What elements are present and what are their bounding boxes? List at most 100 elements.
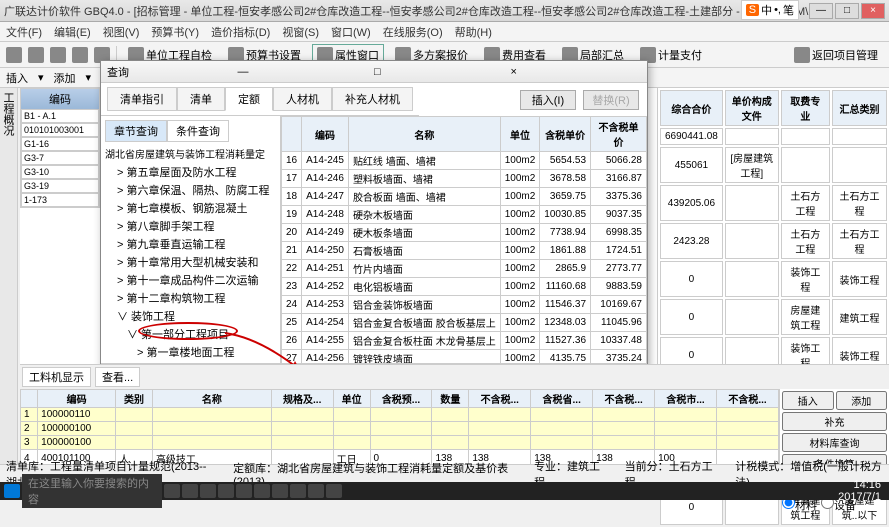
bottom-header-cell[interactable]: 不含税...: [469, 390, 531, 408]
tool-icon-2[interactable]: [28, 47, 44, 63]
task-view-icon[interactable]: [164, 484, 180, 498]
dialog-titlebar[interactable]: 查询 — □ ×: [101, 61, 647, 83]
menu-index[interactable]: 造价指标(D): [211, 24, 270, 40]
coding-row[interactable]: G3-19: [21, 179, 99, 193]
tree-root[interactable]: 湖北省房屋建筑与装饰工程消耗量定: [103, 144, 278, 163]
bottom-tab-material[interactable]: 工料机显示: [22, 367, 91, 387]
tree-item[interactable]: > 第十章常用大型机械安装和: [103, 253, 278, 271]
menu-budget[interactable]: 预算书(Y): [151, 24, 199, 40]
grid-row[interactable]: 22A14-251竹片内墙面100m22865.92773.77: [282, 260, 647, 278]
bottom-header-cell[interactable]: 不含税...: [593, 390, 655, 408]
right-row[interactable]: 6690441.08: [660, 128, 887, 145]
dialog-maximize-icon[interactable]: □: [368, 66, 505, 78]
btn-material-lib[interactable]: 材料库查询: [782, 433, 887, 452]
app-icon-2[interactable]: [200, 484, 216, 498]
bottom-header-cell[interactable]: 不含税...: [717, 390, 779, 408]
close-button[interactable]: ×: [861, 3, 885, 19]
bottom-header-cell[interactable]: 含税市...: [655, 390, 717, 408]
grid-row[interactable]: 21A14-250石膏板墙面100m21861.881724.51: [282, 242, 647, 260]
dialog-tab-2[interactable]: 定额: [225, 87, 273, 111]
bottom-header-cell[interactable]: 类别: [116, 390, 153, 408]
right-row[interactable]: 455061[房屋建筑工程]: [660, 147, 887, 183]
btn-insert[interactable]: 插入: [782, 391, 834, 410]
maximize-button[interactable]: □: [835, 3, 859, 19]
coding-code[interactable]: 010101003001: [21, 123, 99, 137]
grid-header-cell[interactable]: 不含税单价: [591, 117, 647, 152]
tab-insert[interactable]: 插入: [6, 70, 28, 86]
app-icon-5[interactable]: [254, 484, 270, 498]
bottom-header-cell[interactable]: 规格及...: [271, 390, 333, 408]
coding-row[interactable]: G3-7: [21, 151, 99, 165]
replace-button[interactable]: 替换(R): [583, 90, 639, 110]
grid-row[interactable]: 18A14-247胶合板面 墙面、墙裙100m23659.753375.36: [282, 188, 647, 206]
tree-tab-chapter[interactable]: 章节查询: [105, 120, 167, 142]
tree-item[interactable]: > 第十二章构筑物工程: [103, 289, 278, 307]
btn-supplement[interactable]: 补充: [782, 412, 887, 431]
start-button[interactable]: [4, 484, 20, 498]
right-header-cell[interactable]: 单价构成文件: [725, 90, 779, 126]
grid-row[interactable]: 16A14-245贴红线 墙面、墙裙100m25654.535066.28: [282, 152, 647, 170]
menu-help[interactable]: 帮助(H): [455, 24, 492, 40]
tree-item[interactable]: ∨ 第一部分工程项目: [103, 325, 278, 343]
menu-online[interactable]: 在线服务(O): [383, 24, 443, 40]
ime-dot[interactable]: •,: [774, 4, 781, 16]
right-row[interactable]: 0装饰工程装饰工程: [660, 261, 887, 297]
menu-edit[interactable]: 编辑(E): [54, 24, 91, 40]
sidebar-item-overview[interactable]: 工程概况: [0, 92, 16, 456]
grid-header-cell[interactable]: 名称: [348, 117, 500, 152]
dialog-tab-1[interactable]: 清单: [177, 87, 225, 111]
right-row[interactable]: 439205.06土石方工程土石方工程: [660, 185, 887, 221]
minimize-button[interactable]: —: [809, 3, 833, 19]
bottom-header-cell[interactable]: 名称: [152, 390, 271, 408]
coding-row[interactable]: G1-16: [21, 137, 99, 151]
grid-header-cell[interactable]: 单位: [500, 117, 540, 152]
tree-panel[interactable]: 章节查询 条件查询 湖北省房屋建筑与装饰工程消耗量定 > 第五章屋面及防水工程>…: [101, 116, 281, 363]
app-icon-3[interactable]: [218, 484, 234, 498]
menu-file[interactable]: 文件(F): [6, 24, 42, 40]
taskbar-clock[interactable]: 14:162017/7/1: [838, 479, 885, 503]
grid-header-cell[interactable]: 编码: [302, 117, 349, 152]
ime-zhong[interactable]: 中: [761, 2, 772, 18]
tree-item[interactable]: > 第十一章成品构件二次运输: [103, 271, 278, 289]
grid-row[interactable]: 26A14-255铝合金复合板柱面 木龙骨基层上100m211527.36103…: [282, 332, 647, 350]
app-icon-6[interactable]: [272, 484, 288, 498]
bottom-header-cell[interactable]: 含税省...: [531, 390, 593, 408]
tree-item[interactable]: > 第九章垂直运输工程: [103, 235, 278, 253]
bottom-header-cell[interactable]: 含税预...: [370, 390, 432, 408]
right-header-cell[interactable]: 取费专业: [781, 90, 830, 126]
bottom-header-cell[interactable]: 编码: [38, 390, 116, 408]
menu-window[interactable]: 视窗(S): [282, 24, 319, 40]
bottom-row[interactable]: 2100000100: [21, 422, 779, 436]
tree-item[interactable]: > 第七章模板、钢筋混凝土: [103, 199, 278, 217]
tree-item[interactable]: ∨ 装饰工程: [103, 307, 278, 325]
menu-view[interactable]: 视图(V): [103, 24, 140, 40]
grid-row[interactable]: 23A14-252电化铝板墙面100m211160.689883.59: [282, 278, 647, 296]
right-header-cell[interactable]: 汇总类别: [832, 90, 887, 126]
bottom-table[interactable]: 编码类别名称规格及...单位含税预...数量不含税...含税省...不含税...…: [20, 389, 779, 467]
coding-row[interactable]: G3-10: [21, 165, 99, 179]
ime-bi[interactable]: 笔: [783, 2, 794, 18]
tree-item[interactable]: > 第八章脚手架工程: [103, 217, 278, 235]
tree-item[interactable]: > 第五章屋面及防水工程: [103, 163, 278, 181]
grid-row[interactable]: 20A14-249硬木板条墙面100m27738.946998.35: [282, 224, 647, 242]
dialog-minimize-icon[interactable]: —: [232, 66, 369, 78]
bottom-tab-view[interactable]: 查看...: [95, 367, 140, 387]
ime-bar[interactable]: S 中 •, 笔: [741, 0, 799, 20]
tool-icon-4[interactable]: [72, 47, 88, 63]
dialog-close-icon[interactable]: ×: [505, 66, 642, 78]
right-row[interactable]: 0房屋建筑工程建筑工程: [660, 299, 887, 335]
bottom-row[interactable]: 3100000100: [21, 436, 779, 450]
right-row[interactable]: 2423.28土石方工程土石方工程: [660, 223, 887, 259]
chevron-down-icon[interactable]: ▾: [38, 71, 44, 84]
grid-header-cell[interactable]: 含税单价: [540, 117, 591, 152]
app-icon-1[interactable]: [182, 484, 198, 498]
dialog-tab-0[interactable]: 清单指引: [107, 87, 177, 111]
tab-add[interactable]: 添加: [54, 70, 76, 86]
app-icon-8[interactable]: [308, 484, 324, 498]
bottom-header-cell[interactable]: 数量: [432, 390, 469, 408]
tree-item[interactable]: > 第六章保温、隔热、防腐工程: [103, 181, 278, 199]
app-icon-7[interactable]: [290, 484, 306, 498]
app-icon-4[interactable]: [236, 484, 252, 498]
app-icon-9[interactable]: [326, 484, 342, 498]
grid-row[interactable]: 17A14-246塑料板墙面、墙裙100m23678.583166.87: [282, 170, 647, 188]
